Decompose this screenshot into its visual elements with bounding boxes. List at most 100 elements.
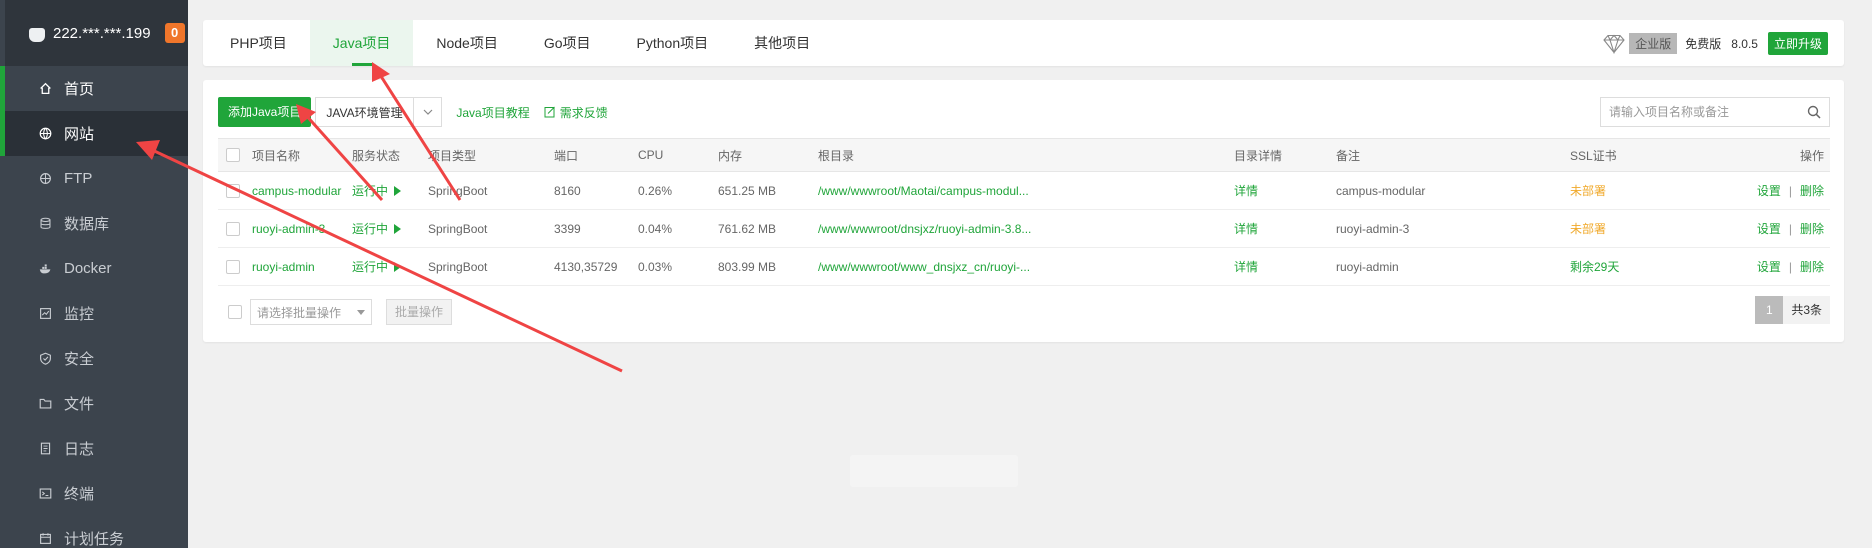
page-number-current[interactable]: 1 [1755,296,1784,324]
row-actions: 设置 | 删除 [1672,171,1830,210]
table-row: ruoyi-admin 运行中 SpringBoot 4130,35729 0.… [218,247,1830,286]
sidebar-item-terminal[interactable]: 终端 [0,471,188,516]
folder-icon [38,397,52,411]
sidebar-item-website[interactable]: 网站 [0,111,188,156]
toolbar: 添加Java项目 JAVA环境管理 Java项目教程 需求反馈 [218,97,608,127]
sidebar-item-ftp[interactable]: FTP [0,156,188,201]
project-name-link[interactable]: campus-modular [244,171,344,210]
add-java-project-button[interactable]: 添加Java项目 [218,97,312,127]
col-header-type: 项目类型 [420,138,546,172]
sidebar-item-label: 监控 [64,306,95,323]
docker-icon [38,262,52,276]
notification-badge[interactable]: 0 [164,23,185,43]
service-status[interactable]: 运行中 [344,171,420,210]
cpu-value: 0.04% [630,209,710,248]
server-ip: 222.***.***.199 [53,24,151,42]
footer-select-all-checkbox[interactable] [228,305,242,319]
action-separator: | [1788,184,1792,198]
tab-other[interactable]: 其他项目 [731,20,833,66]
sidebar-item-label: 计划任务 [64,531,125,548]
tab-java[interactable]: Java项目 [309,20,414,66]
sidebar-item-security[interactable]: 安全 [0,336,188,381]
note-value[interactable]: campus-modular [1328,171,1562,210]
project-type-tabs: PHP项目 Java项目 Node项目 Go项目 Python项目 其他项目 [203,20,1844,66]
row-checkbox[interactable] [226,259,240,274]
cpu-value: 0.03% [630,247,710,286]
dir-detail-link[interactable]: 详情 [1226,209,1328,248]
root-dir-link[interactable]: /www/wwwroot/Maotai/campus-modul... [810,171,1226,210]
delete-link[interactable]: 删除 [1800,260,1824,274]
port-value: 8160 [546,171,630,210]
play-icon [394,186,402,196]
version-number: 8.0.5 [1731,36,1758,51]
port-value: 4130,35729 [546,247,630,286]
sidebar-item-cron[interactable]: 计划任务 [0,516,188,548]
col-header-note: 备注 [1328,138,1562,172]
service-status[interactable]: 运行中 [344,209,420,248]
enterprise-label[interactable]: 企业版 [1629,33,1678,54]
tab-node[interactable]: Node项目 [413,20,520,66]
batch-operation-select[interactable]: 请选择批量操作 [250,299,372,325]
row-checkbox[interactable] [226,221,240,236]
sidebar-item-database[interactable]: 数据库 [0,201,188,246]
settings-link[interactable]: 设置 [1757,184,1781,198]
col-header-port: 端口 [546,138,630,172]
ssl-status[interactable]: 剩余29天 [1562,247,1672,286]
sidebar-item-monitor[interactable]: 监控 [0,291,188,336]
note-value[interactable]: ruoyi-admin [1328,247,1562,286]
col-header-name[interactable]: 项目名称 [244,138,344,172]
sidebar-item-docker[interactable]: Docker [0,246,188,291]
sidebar-item-logs[interactable]: 日志 [0,426,188,471]
tab-python[interactable]: Python项目 [614,20,732,66]
dir-detail-link[interactable]: 详情 [1226,247,1328,286]
search-icon[interactable] [1807,105,1821,119]
col-header-ssl: SSL证书 [1562,138,1672,172]
project-name-link[interactable]: ruoyi-admin-3 [244,209,344,248]
settings-link[interactable]: 设置 [1757,260,1781,274]
ssl-status[interactable]: 未部署 [1562,209,1672,248]
row-actions: 设置 | 删除 [1672,247,1830,286]
project-name-link[interactable]: ruoyi-admin [244,247,344,286]
globe-icon [38,127,52,141]
ftp-icon [38,172,52,186]
root-dir-link[interactable]: /www/wwwroot/www_dnsjxz_cn/ruoyi-... [810,247,1226,286]
sidebar-item-label: 首页 [64,81,95,98]
server-header[interactable]: 222.***.***.199 0 [0,0,188,66]
java-tutorial-link[interactable]: Java项目教程 [456,104,529,121]
tab-go[interactable]: Go项目 [521,20,614,66]
col-header-memory[interactable]: 内存 [710,138,810,172]
sidebar-item-files[interactable]: 文件 [0,381,188,426]
service-status[interactable]: 运行中 [344,247,420,286]
total-count: 共3条 [1783,296,1830,324]
batch-operation-button[interactable]: 批量操作 [386,299,453,325]
col-header-status: 服务状态 [344,138,420,172]
sidebar-item-label: 安全 [64,351,95,368]
feedback-link[interactable]: 需求反馈 [544,104,608,121]
col-header-cpu[interactable]: CPU [630,138,710,172]
dir-detail-link[interactable]: 详情 [1226,171,1328,210]
row-checkbox[interactable] [226,183,240,198]
ssl-status[interactable]: 未部署 [1562,171,1672,210]
settings-link[interactable]: 设置 [1757,222,1781,236]
upgrade-button[interactable]: 立即升级 [1767,32,1828,55]
delete-link[interactable]: 删除 [1800,222,1824,236]
delete-link[interactable]: 删除 [1800,184,1824,198]
chevron-down-icon[interactable] [413,98,441,126]
table-header-row: 项目名称 服务状态 项目类型 端口 CPU 内存 根目录 目录详情 备注 SSL… [218,138,1830,172]
project-search [1600,97,1830,127]
status-label: 运行中 [352,222,389,236]
select-all-checkbox[interactable] [226,148,240,163]
tab-php[interactable]: PHP项目 [207,20,310,66]
search-input[interactable] [1609,105,1799,119]
project-type-tabs-card: PHP项目 Java项目 Node项目 Go项目 Python项目 其他项目 企… [203,20,1844,66]
memory-value: 803.99 MB [710,247,810,286]
project-type: SpringBoot [420,247,546,286]
col-header-actions: 操作 [1672,138,1830,172]
java-project-panel: 添加Java项目 JAVA环境管理 Java项目教程 需求反馈 项目名称 服务状… [203,80,1844,342]
sidebar-item-home[interactable]: 首页 [0,66,188,111]
java-env-manage-button[interactable]: JAVA环境管理 [315,97,443,127]
project-type: SpringBoot [420,171,546,210]
root-dir-link[interactable]: /www/wwwroot/dnsjxz/ruoyi-admin-3.8... [810,209,1226,248]
col-header-dir-detail: 目录详情 [1226,138,1328,172]
note-value[interactable]: ruoyi-admin-3 [1328,209,1562,248]
